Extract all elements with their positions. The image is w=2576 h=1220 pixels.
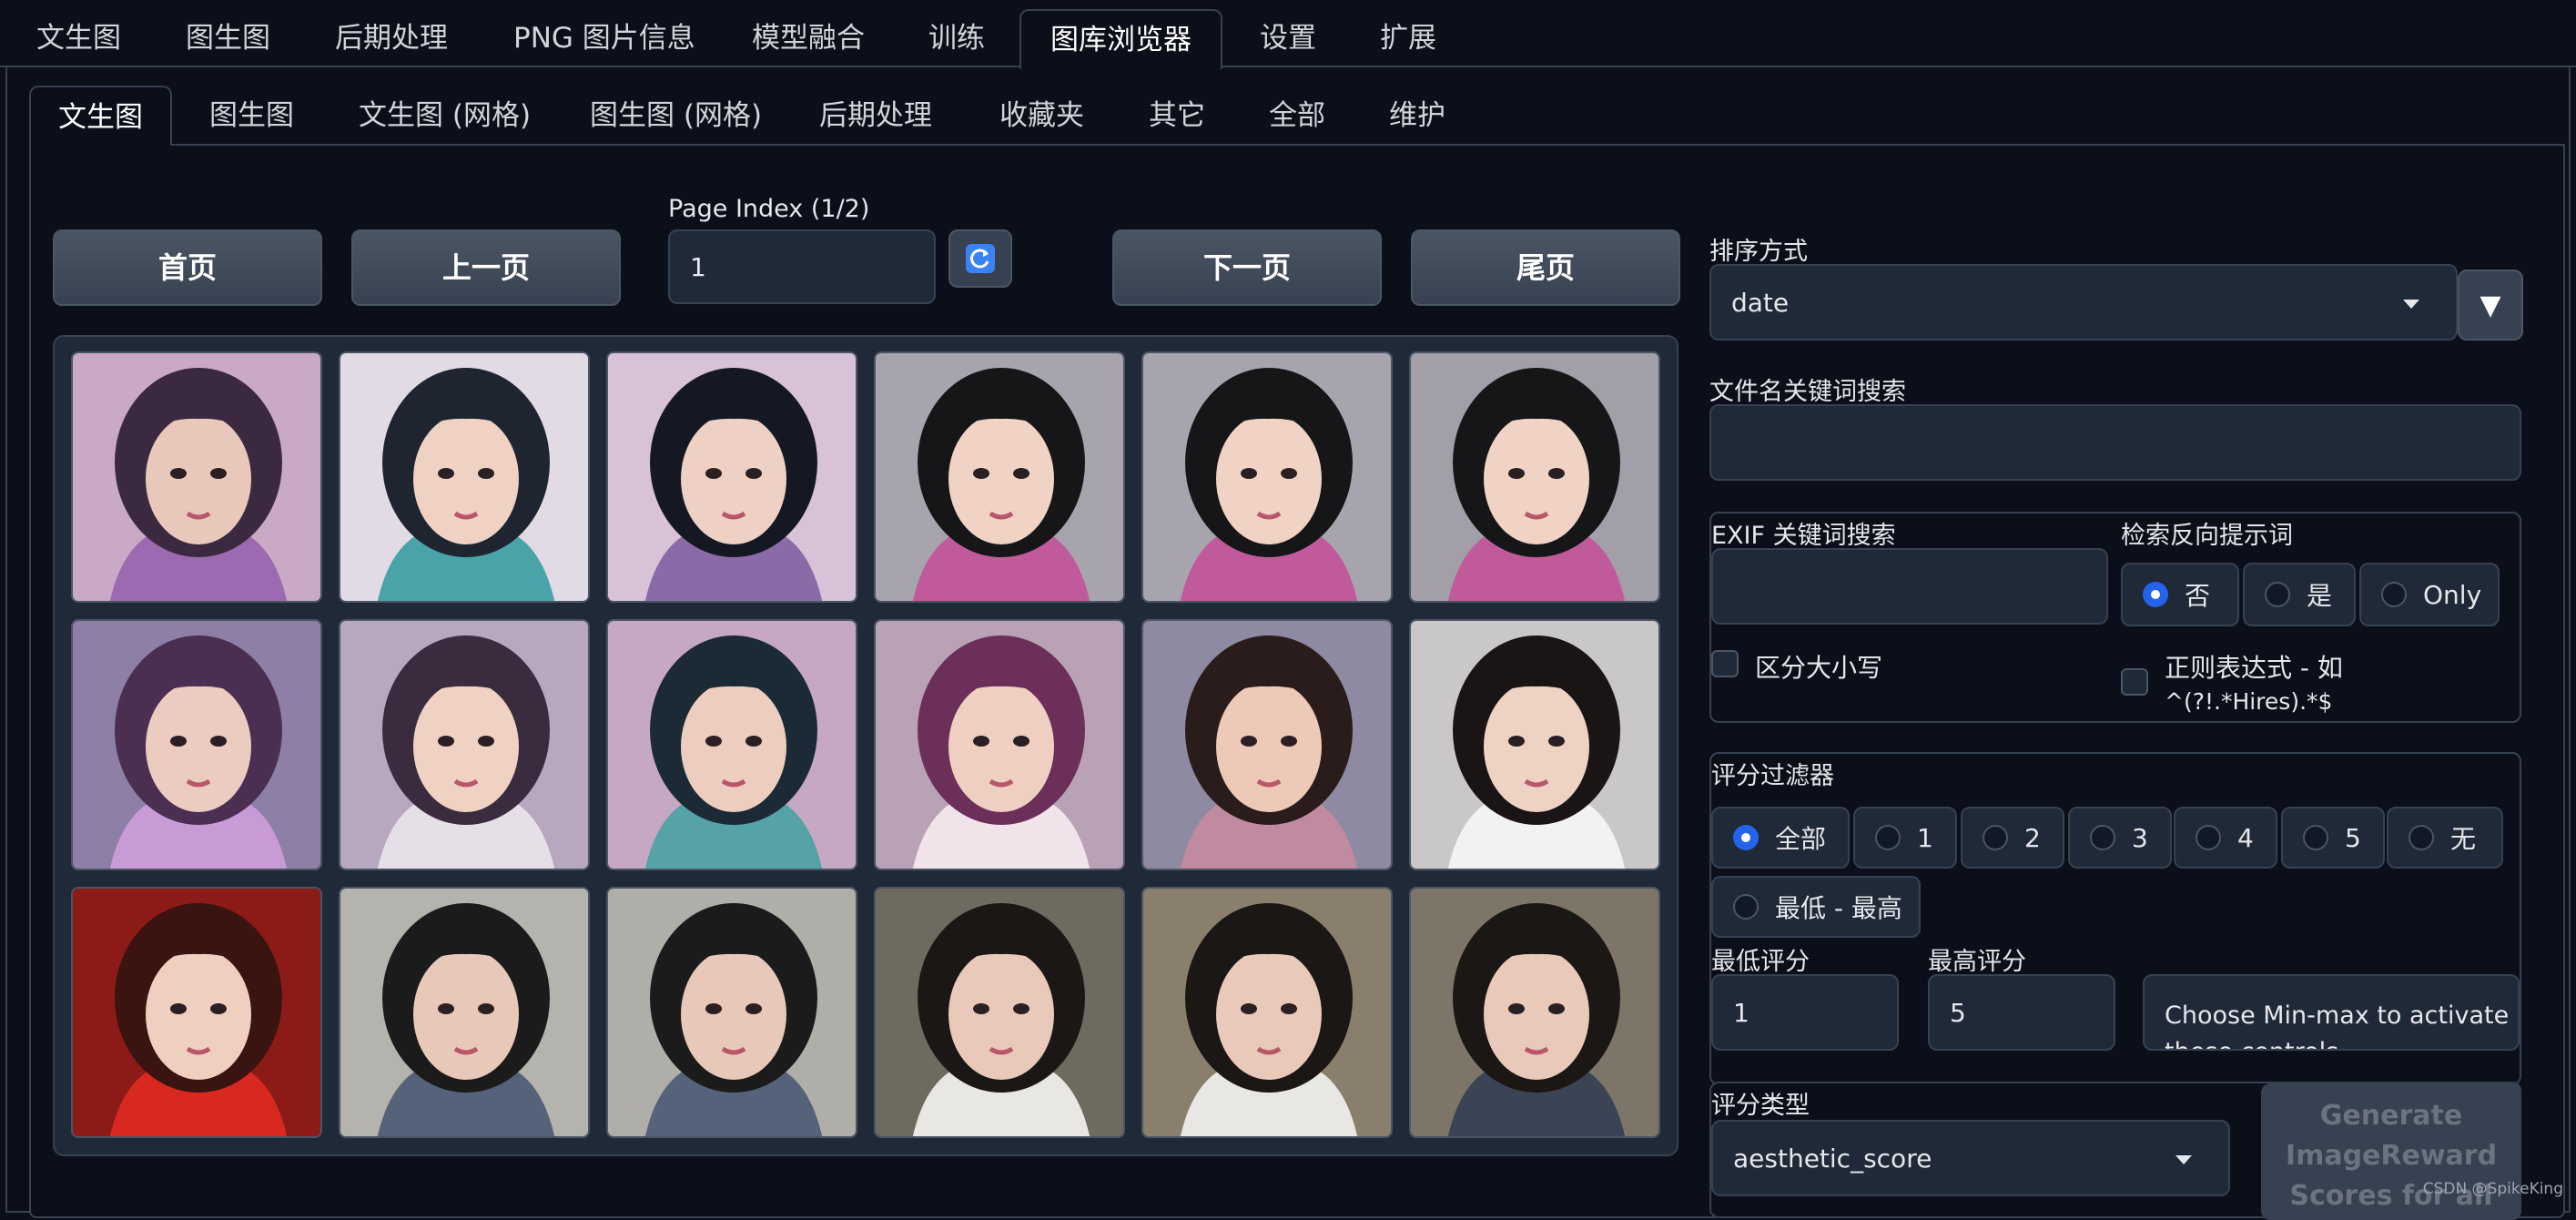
filename-search-input[interactable] [1709, 404, 2521, 481]
min-max-note: Choose Min-max to activate these control… [2143, 974, 2520, 1051]
last-page-button[interactable]: 尾页 [1411, 229, 1680, 306]
tab-image-browser[interactable]: 图库浏览器 [1019, 9, 1222, 69]
tab-settings[interactable]: 设置 [1240, 9, 1336, 67]
gallery-thumbnail[interactable] [1409, 351, 1660, 603]
max-score-input[interactable]: 5 [1928, 974, 2115, 1051]
refresh-icon [966, 244, 995, 273]
radio-icon [1875, 825, 1901, 850]
subtab-others[interactable]: 其它 [1121, 86, 1232, 146]
min-score-input[interactable]: 1 [1711, 974, 1899, 1051]
radio-icon [2265, 582, 2290, 607]
gallery-thumbnail[interactable] [339, 351, 590, 603]
radio-selected-icon [2143, 582, 2168, 607]
radio-icon [2409, 825, 2434, 850]
gallery-thumbnail[interactable] [606, 887, 857, 1138]
first-page-button[interactable]: 首页 [53, 229, 322, 306]
tab-extensions[interactable]: 扩展 [1360, 9, 1456, 67]
sort-dropdown[interactable]: date [1709, 264, 2458, 341]
score-type-label: 评分类型 [1711, 1092, 1810, 1120]
filename-search-label: 文件名关键词搜索 [1709, 378, 1906, 406]
tab-extras[interactable]: 后期处理 [315, 9, 468, 67]
case-sensitive-checkbox[interactable] [1711, 650, 1739, 677]
min-score-label: 最低评分 [1711, 948, 1810, 976]
sort-direction-button[interactable]: ▼ [2458, 269, 2523, 341]
gallery-thumbnail[interactable] [1141, 351, 1393, 603]
gallery-thumbnail[interactable] [1141, 619, 1393, 870]
case-sensitive-label: 区分大小写 [1755, 653, 1883, 683]
watermark: CSDN @SpikeKing [2422, 1180, 2563, 1198]
subtab-txt2img-grid[interactable]: 文生图 (网格) [331, 86, 558, 146]
negative-search-no[interactable]: 否 [2121, 563, 2239, 626]
score-filter-none[interactable]: 无 [2387, 807, 2503, 869]
score-filter-3[interactable]: 3 [2068, 807, 2172, 869]
gallery-thumbnail[interactable] [71, 887, 322, 1138]
tab-png-info[interactable]: PNG 图片信息 [493, 9, 715, 67]
gallery-thumbnail[interactable] [71, 619, 322, 870]
gallery-thumbnail[interactable] [874, 887, 1125, 1138]
score-filter-2[interactable]: 2 [1961, 807, 2064, 869]
tab-img2img[interactable]: 图生图 [166, 9, 290, 67]
radio-icon [2196, 825, 2221, 850]
score-filter-all[interactable]: 全部 [1711, 807, 1850, 869]
radio-icon [1733, 894, 1759, 920]
gallery-thumbnail[interactable] [1141, 887, 1393, 1138]
score-type-dropdown[interactable]: aesthetic_score [1711, 1120, 2230, 1196]
subtab-favorites[interactable]: 收藏夹 [972, 86, 1111, 146]
score-filter-4[interactable]: 4 [2174, 807, 2277, 869]
gallery-thumbnail[interactable] [71, 351, 322, 603]
chevron-down-icon [2175, 1155, 2192, 1164]
gallery-thumbnail[interactable] [339, 887, 590, 1138]
gallery-thumbnail[interactable] [874, 619, 1125, 870]
tab-txt2img[interactable]: 文生图 [16, 9, 141, 67]
exif-search-label: EXIF 关键词搜索 [1711, 522, 1896, 550]
subtab-extras[interactable]: 后期处理 [792, 86, 959, 146]
gallery-thumbnail[interactable] [1409, 619, 1660, 870]
negative-search-only[interactable]: Only [2359, 563, 2500, 626]
max-score-label: 最高评分 [1928, 948, 2026, 976]
negative-search-label: 检索反向提示词 [2121, 522, 2293, 550]
gallery-thumbnail[interactable] [606, 351, 857, 603]
gallery-thumbnail[interactable] [1409, 887, 1660, 1138]
score-filter-label: 评分过滤器 [1711, 762, 1834, 790]
radio-icon [2303, 825, 2328, 850]
subtab-maintenance[interactable]: 维护 [1362, 86, 1473, 146]
score-filter-1[interactable]: 1 [1853, 807, 1957, 869]
gallery-thumbnail[interactable] [606, 619, 857, 870]
exif-search-input[interactable] [1711, 548, 2108, 625]
subtab-img2img-grid[interactable]: 图生图 (网格) [563, 86, 789, 146]
subtab-img2img[interactable]: 图生图 [182, 86, 321, 146]
radio-icon [2090, 825, 2115, 850]
subtab-txt2img[interactable]: 文生图 [29, 86, 172, 146]
next-page-button[interactable]: 下一页 [1112, 229, 1382, 306]
generate-imagereward-button[interactable]: Generate ImageReward Scores for all [2261, 1083, 2521, 1220]
tab-train[interactable]: 训练 [908, 9, 1005, 67]
page-index-input[interactable]: 1 [668, 229, 936, 304]
score-filter-5[interactable]: 5 [2281, 807, 2385, 869]
tab-merge[interactable]: 模型融合 [732, 9, 885, 67]
regex-label-line2: ^(?!.*Hires).*$ [2165, 688, 2333, 715]
gallery-thumbnail[interactable] [874, 351, 1125, 603]
regex-checkbox[interactable] [2121, 668, 2148, 696]
subtab-all[interactable]: 全部 [1242, 86, 1353, 146]
score-filter-min-max[interactable]: 最低 - 最高 [1711, 876, 1921, 938]
chevron-down-icon [2403, 300, 2419, 309]
prev-page-button[interactable]: 上一页 [351, 229, 621, 306]
radio-selected-icon [1733, 825, 1759, 850]
sort-label: 排序方式 [1709, 238, 1808, 266]
radio-icon [1983, 825, 2008, 850]
regex-label-line1: 正则表达式 - 如 [2165, 653, 2343, 683]
radio-icon [2381, 582, 2407, 607]
page-index-label: Page Index (1/2) [668, 195, 870, 223]
refresh-button[interactable] [948, 229, 1012, 288]
gallery-thumbnail[interactable] [339, 619, 590, 870]
negative-search-yes[interactable]: 是 [2243, 563, 2356, 626]
